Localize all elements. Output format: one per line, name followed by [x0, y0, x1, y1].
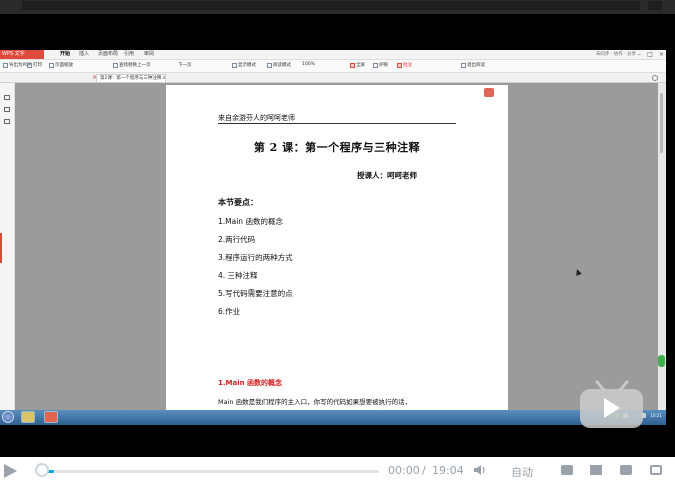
progress-knob[interactable]	[35, 463, 49, 477]
play-icon[interactable]	[4, 464, 17, 478]
toc-item: 5.写代码需要注意的点	[218, 289, 293, 298]
menu-tab-review[interactable]: 审阅	[144, 51, 154, 58]
windows-taskbar: 10:21	[0, 410, 666, 425]
eye-icon	[373, 62, 378, 68]
pdf-icon	[3, 62, 8, 68]
left-sidebar	[0, 83, 15, 410]
main-function-heading: 1.Main 函数的概念	[218, 379, 283, 387]
comment-icon	[397, 62, 402, 68]
toc-item: 3.程序运行的两种方式	[218, 253, 293, 262]
toc-item: 2.两行代码	[218, 235, 256, 244]
wps-title-bar: WPS 文字 开始 插入 页面布局 引用 审阅 未同步 · 协作 · 分享 – …	[0, 50, 666, 60]
toolbar-reading-mode[interactable]: 阅读模式	[267, 62, 291, 68]
outline-icon[interactable]	[4, 95, 10, 100]
menu-tab-home[interactable]: 开始	[60, 51, 70, 58]
toc-item: 4. 三种注释	[218, 271, 258, 280]
toolbar-zoom[interactable]: 页面缩放	[49, 62, 73, 68]
main-function-text: Main 函数是我们程序的主入口，你写的代码如果想要被执行的话，	[218, 398, 412, 406]
fullscreen-icon	[350, 62, 355, 68]
page-icon	[232, 62, 237, 68]
exit-icon	[461, 62, 466, 68]
current-time: 00:00	[388, 464, 420, 477]
tray-clock[interactable]: 10:21	[650, 413, 662, 418]
menu-tab-layout[interactable]: 页面布局	[98, 51, 118, 58]
toolbar-zoom-level[interactable]: 100%	[302, 62, 315, 67]
danmaku-icon[interactable]	[590, 465, 602, 475]
page-header: 来自余游芬人的呵呵老师	[218, 113, 456, 124]
total-time: 19:04	[432, 464, 464, 477]
toolbar-prev-page[interactable]: 上一页	[137, 62, 151, 68]
book-icon	[267, 62, 272, 68]
widescreen-icon[interactable]	[620, 465, 632, 475]
menu-tab-references[interactable]: 引用	[124, 51, 134, 58]
search-icon[interactable]	[652, 75, 658, 81]
document-tab-bar: × 第2课：第一个程序与三种注释.docx	[0, 73, 666, 83]
toolbar-eye-care[interactable]: 护眼	[373, 62, 388, 68]
lecturer-line: 授课人：呵呵老师	[357, 171, 417, 180]
document-tab[interactable]: 第2课：第一个程序与三种注释.docx	[96, 74, 166, 82]
player-controls: 00:00 / 19:04 自动	[0, 457, 675, 496]
wps-title-right[interactable]: 未同步 · 协作 · 分享	[596, 51, 636, 57]
toc-item: 1.Main 函数的概念	[218, 217, 283, 226]
top-strip-right	[648, 1, 662, 10]
toolbar-find[interactable]: 查找替换	[113, 62, 137, 68]
top-strip	[0, 0, 675, 14]
page-marker-icon[interactable]	[484, 88, 494, 97]
wps-app-badge[interactable]: WPS 文字	[0, 50, 44, 59]
fullscreen-icon[interactable]	[650, 465, 662, 475]
maximize-button[interactable]: □	[647, 50, 653, 59]
wps-taskbar-icon[interactable]	[44, 411, 58, 423]
top-strip-bar	[22, 1, 640, 10]
toolbar-print[interactable]: 打印	[27, 62, 42, 68]
close-button[interactable]: ×	[659, 50, 664, 59]
video-frame[interactable]: WPS 文字 开始 插入 页面布局 引用 审阅 未同步 · 协作 · 分享 – …	[0, 50, 666, 425]
explorer-taskbar-icon[interactable]	[21, 411, 35, 423]
toolbar-display-mode[interactable]: 显示模式	[232, 62, 256, 68]
menu-tab-insert[interactable]: 插入	[79, 51, 89, 58]
wps-toolbar: 导出为PDF 打印 页面缩放 查找替换 上一页 下一页 显示模式 阅读模式 10…	[0, 60, 666, 73]
toolbar-next-page[interactable]: 下一页	[178, 62, 192, 68]
volume-icon[interactable]	[474, 465, 486, 475]
toolbar-comment[interactable]: 批注	[397, 62, 412, 68]
sidebar-indicator	[0, 233, 2, 263]
progress-bar[interactable]	[44, 470, 379, 473]
picture-in-picture-icon[interactable]	[561, 465, 573, 475]
section-heading: 本节要点：	[218, 198, 258, 207]
scrollbar-thumb[interactable]	[660, 93, 663, 153]
start-button[interactable]	[2, 411, 14, 423]
thumbnail-icon[interactable]	[4, 119, 10, 124]
toc-item: 6.作业	[218, 307, 241, 316]
big-play-button[interactable]	[580, 379, 644, 429]
minimize-button[interactable]: –	[638, 50, 641, 59]
play-icon	[604, 398, 620, 418]
quality-button[interactable]: 自动	[511, 464, 533, 480]
search-icon	[113, 62, 118, 68]
time-separator: /	[422, 464, 426, 477]
toolbar-fullscreen[interactable]: 全屏	[350, 62, 365, 68]
window-controls: – □ ×	[638, 50, 664, 59]
toolbar-exit-reading[interactable]: 退出阅读	[461, 62, 485, 68]
document-page[interactable]: 来自余游芬人的呵呵老师 第 2 课：第一个程序与三种注释 授课人：呵呵老师 本节…	[166, 85, 508, 411]
document-title: 第 2 课：第一个程序与三种注释	[253, 141, 421, 154]
zoom-icon	[49, 62, 54, 68]
floating-assistant-icon[interactable]	[658, 355, 665, 367]
print-icon	[27, 62, 32, 68]
bookmark-icon[interactable]	[4, 107, 10, 112]
